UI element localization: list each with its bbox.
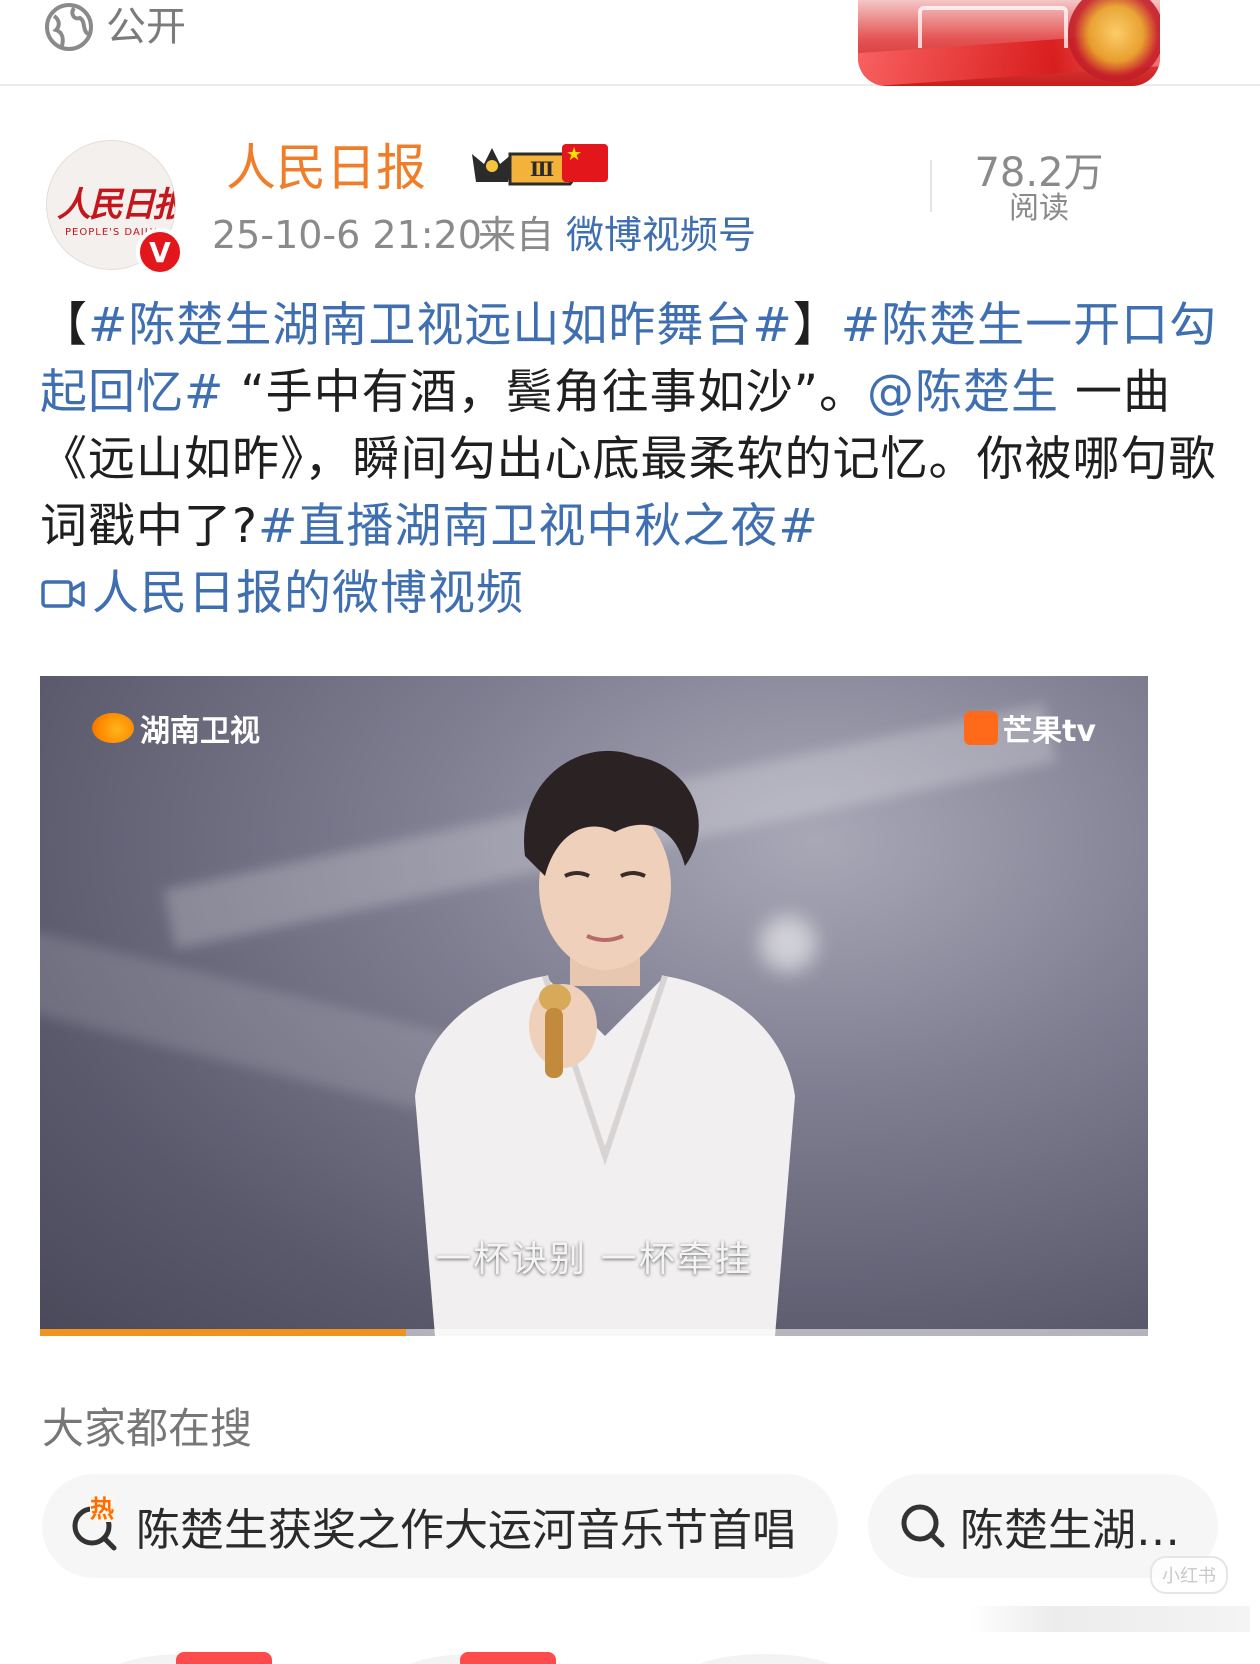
visibility-label: 公开 (106, 4, 186, 50)
china-flag-icon: ★ (562, 144, 608, 182)
search-section-title: 大家都在搜 (42, 1404, 253, 1453)
top-strip: 公开 (0, 0, 1260, 86)
hot-search-icon: 热 (68, 1495, 124, 1554)
search-suggestion-chip[interactable]: 热 陈楚生获奖之作大运河音乐节首唱 (42, 1474, 838, 1578)
video-progress-fill (40, 1329, 406, 1336)
topic-link-1[interactable]: #陈楚生湖南卫视远山如昨舞台# (88, 298, 793, 353)
app-watermark: 小红书 (1150, 1556, 1228, 1594)
search-suggestion-text: 陈楚生湖… (960, 1505, 1180, 1556)
peek-hot-tag (460, 1652, 556, 1664)
hunan-tv-label: 湖南卫视 (140, 714, 260, 749)
hunan-tv-watermark: 湖南卫视 (92, 706, 260, 750)
banner-building-graphic (918, 6, 1068, 48)
peek-card (690, 1654, 840, 1664)
hunan-tv-logo-icon (92, 713, 134, 743)
promo-banner[interactable] (858, 0, 1160, 86)
author-name[interactable]: 人民日报 (226, 138, 426, 198)
peek-hot-tag (176, 1652, 272, 1664)
search-icon (901, 1504, 945, 1548)
author-header: 人民日报 PEOPLE'S DAILY V 人民日报 Ⅲ ★ 25-10-6 2… (44, 138, 1224, 278)
avatar-logo: 人民日报 (57, 185, 176, 225)
post-source-link[interactable]: 微博视频号 (566, 210, 756, 260)
bracket-open: 【 (40, 298, 88, 353)
read-label: 阅读 (1009, 191, 1069, 226)
video-subtitle: 一杯诀别 一杯牵挂 (435, 1239, 753, 1280)
visibility-setting[interactable]: 公开 (44, 2, 186, 52)
hot-mark: 热 (90, 1495, 114, 1523)
mention-link[interactable]: @陈楚生 (867, 365, 1059, 420)
post-from-label: 来自 (478, 213, 555, 257)
post-quote: “手中有酒，鬓角往事如沙”。 (224, 365, 868, 420)
bracket-close: 】 (792, 298, 841, 353)
video-source-label: 人民日报的微博视频 (92, 566, 524, 621)
divider (930, 160, 932, 212)
video-player[interactable]: 湖南卫视 芒果tv 一杯诀别 一杯牵挂 (40, 676, 1148, 1336)
next-content-peek (0, 1606, 1260, 1664)
video-progress-bar[interactable] (40, 1329, 1148, 1336)
video-camera-icon (41, 579, 85, 608)
globe-icon (45, 3, 93, 51)
mango-tv-label: 芒果tv (1002, 714, 1096, 749)
verified-badge: V (136, 228, 184, 276)
search-suggestion-text: 陈楚生获奖之作大运河音乐节首唱 (136, 1505, 796, 1556)
post-text: 【#陈楚生湖南卫视远山如昨舞台#】#陈楚生一开口勾起回忆# “手中有酒，鬓角往事… (40, 292, 1220, 629)
peek-bar (970, 1606, 1250, 1632)
badge-level: Ⅲ (530, 157, 554, 181)
read-count: 78.2万 (974, 150, 1104, 196)
video-source-link[interactable]: 人民日报的微博视频 (40, 560, 524, 627)
mango-tv-watermark: 芒果tv (964, 706, 1096, 750)
mango-tv-logo-icon (964, 711, 999, 745)
verified-mark: V (149, 235, 171, 269)
topic-link-3[interactable]: #直播湖南卫视中秋之夜# (258, 499, 819, 554)
post-time: 25-10-6 21:20 (212, 213, 482, 257)
